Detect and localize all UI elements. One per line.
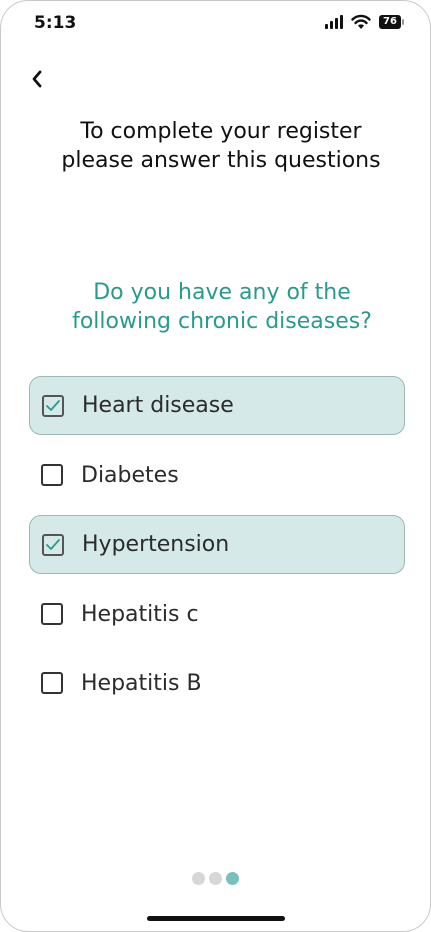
option-hepatitis-c[interactable]: Hepatitis c — [29, 585, 405, 643]
option-label: Hepatitis B — [81, 670, 202, 696]
option-label: Heart disease — [82, 393, 234, 418]
check-icon — [46, 399, 60, 411]
checkbox[interactable] — [41, 672, 63, 694]
checkbox[interactable] — [42, 394, 64, 417]
option-hypertension[interactable]: Hypertension — [29, 515, 405, 574]
page-indicator — [192, 872, 239, 885]
status-bar: 5:13 76 — [1, 1, 430, 45]
page-dot-active — [226, 872, 239, 885]
page-dot — [192, 872, 205, 885]
option-heart-disease[interactable]: Heart disease — [29, 376, 405, 435]
check-icon — [46, 538, 60, 550]
wifi-icon — [351, 14, 371, 29]
cellular-signal-icon — [325, 15, 343, 29]
phone-screen: 5:13 76 To complete your register please… — [0, 0, 431, 932]
page-dot — [209, 872, 222, 885]
status-time: 5:13 — [34, 13, 77, 33]
option-label: Hypertension — [82, 532, 230, 557]
checkbox[interactable] — [42, 533, 64, 556]
checkbox[interactable] — [41, 603, 63, 625]
battery-level: 76 — [379, 15, 401, 29]
option-diabetes[interactable]: Diabetes — [29, 446, 405, 504]
option-hepatitis-b[interactable]: Hepatitis B — [29, 654, 405, 712]
back-button[interactable] — [25, 65, 49, 93]
disease-options-list: Heart disease Diabetes Hypertension Hepa… — [29, 376, 405, 723]
battery-icon: 76 — [379, 15, 405, 29]
chevron-left-icon — [32, 70, 42, 88]
option-label: Hepatitis c — [81, 601, 199, 627]
option-label: Diabetes — [81, 462, 179, 488]
question-text: Do you have any of the following chronic… — [72, 280, 372, 334]
checkbox[interactable] — [41, 464, 63, 486]
home-indicator[interactable] — [147, 916, 285, 921]
page-heading: To complete your register please answer … — [61, 119, 381, 173]
